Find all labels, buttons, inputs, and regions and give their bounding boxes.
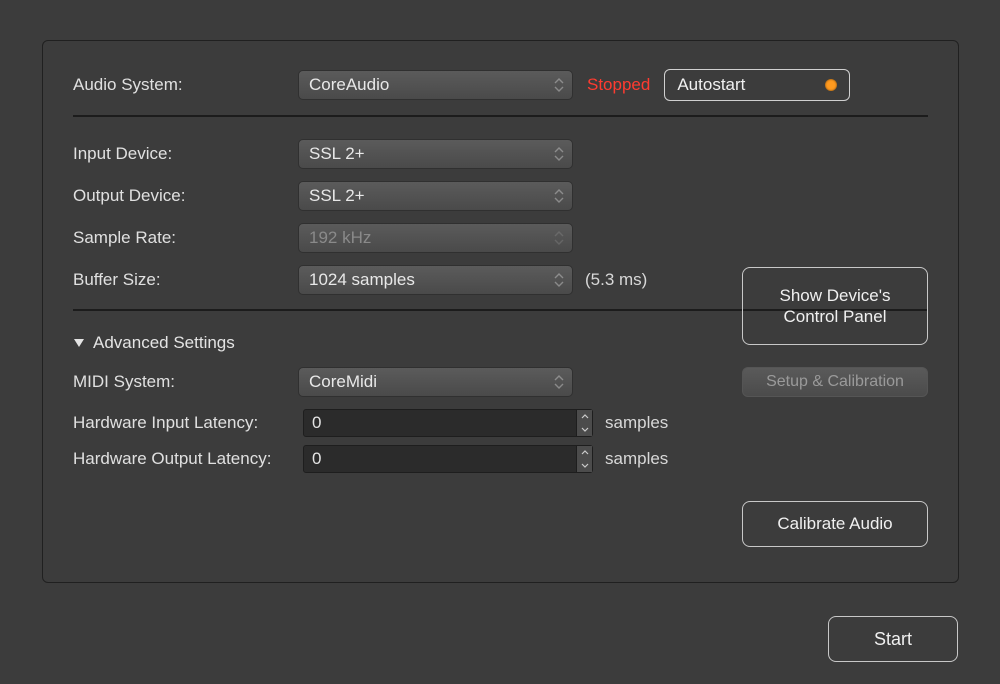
start-button-label: Start [874,629,912,650]
engine-status-text: Stopped [587,75,650,95]
input-device-row: Input Device: SSL 2+ [73,139,928,169]
autostart-label: Autostart [677,75,745,95]
buffer-size-value: 1024 samples [309,270,415,290]
status-indicator-icon [825,79,837,91]
audio-system-select[interactable]: CoreAudio [298,70,573,100]
buffer-size-select[interactable]: 1024 samples [298,265,573,295]
sample-rate-select[interactable]: 192 kHz [298,223,573,253]
audio-midi-setup-panel: Audio System: CoreAudio Stopped Autostar… [42,40,959,583]
updown-icon [554,228,566,248]
spinner-up-icon[interactable] [577,410,592,423]
hw-input-latency-value: 0 [312,413,321,433]
spinner-down-icon[interactable] [577,459,592,472]
audio-system-value: CoreAudio [309,75,389,95]
updown-icon [554,270,566,290]
midi-system-select[interactable]: CoreMidi [298,367,573,397]
spinner-up-icon[interactable] [577,446,592,459]
buffer-latency-text: (5.3 ms) [585,270,647,290]
output-device-label: Output Device: [73,186,298,206]
input-device-label: Input Device: [73,144,298,164]
calibrate-audio-button[interactable]: Calibrate Audio [742,501,928,547]
spinner-down-icon[interactable] [577,423,592,436]
spinner-buttons[interactable] [576,446,592,472]
midi-system-label: MIDI System: [73,372,298,392]
show-device-control-panel-button[interactable]: Show Device's Control Panel [742,267,928,345]
start-button[interactable]: Start [828,616,958,662]
spinner-buttons[interactable] [576,410,592,436]
audio-system-label: Audio System: [73,75,298,95]
autostart-toggle[interactable]: Autostart [664,69,850,101]
midi-system-row: MIDI System: CoreMidi Setup & Calibratio… [73,367,928,397]
sample-rate-row: Sample Rate: 192 kHz [73,223,928,253]
device-panel-button-label: Show Device's Control Panel [757,285,913,328]
samples-unit: samples [605,449,668,469]
hw-output-latency-label: Hardware Output Latency: [73,449,303,469]
updown-icon [554,186,566,206]
hw-output-latency-input[interactable]: 0 [303,445,593,473]
advanced-settings-label: Advanced Settings [93,333,235,353]
hw-input-latency-input[interactable]: 0 [303,409,593,437]
hw-input-latency-label: Hardware Input Latency: [73,413,303,433]
buffer-size-label: Buffer Size: [73,270,298,290]
updown-icon [554,144,566,164]
calibrate-audio-label: Calibrate Audio [777,514,892,534]
hw-output-latency-value: 0 [312,449,321,469]
divider [73,115,928,117]
setup-calibration-label: Setup & Calibration [766,373,904,391]
hw-output-latency-row: Hardware Output Latency: 0 samples [73,445,928,473]
updown-icon [554,75,566,95]
output-device-row: Output Device: SSL 2+ [73,181,928,211]
sample-rate-value: 192 kHz [309,228,371,248]
output-device-select[interactable]: SSL 2+ [298,181,573,211]
hw-input-latency-row: Hardware Input Latency: 0 samples [73,409,928,437]
sample-rate-label: Sample Rate: [73,228,298,248]
triangle-down-icon [73,338,85,348]
input-device-select[interactable]: SSL 2+ [298,139,573,169]
midi-system-value: CoreMidi [309,372,377,392]
updown-icon [554,372,566,392]
output-device-value: SSL 2+ [309,186,365,206]
audio-system-row: Audio System: CoreAudio Stopped Autostar… [73,69,928,101]
setup-calibration-button: Setup & Calibration [742,367,928,397]
input-device-value: SSL 2+ [309,144,365,164]
samples-unit: samples [605,413,668,433]
